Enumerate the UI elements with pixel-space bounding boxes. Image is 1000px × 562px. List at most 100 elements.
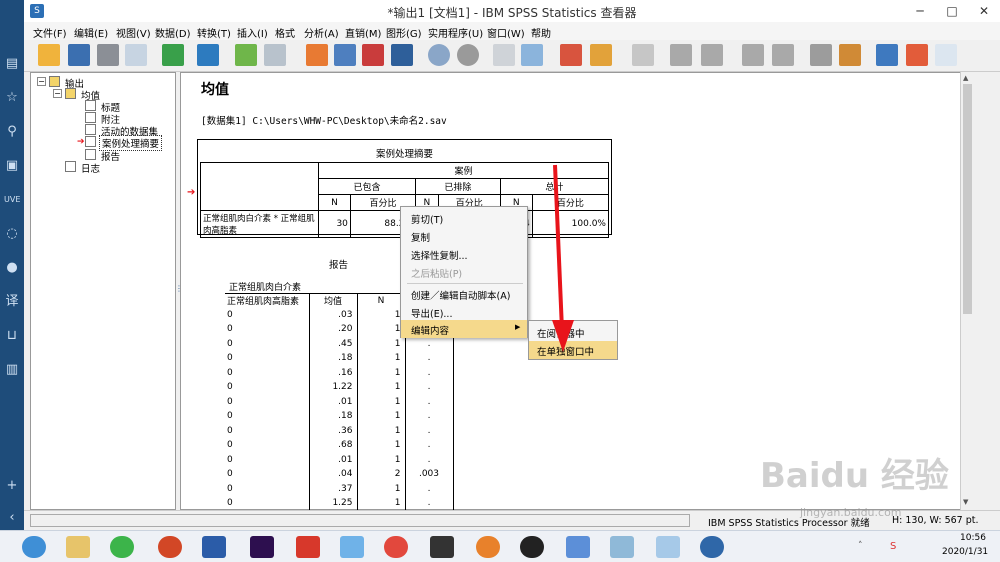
- spreadsheet-icon[interactable]: [656, 536, 680, 558]
- menu-help[interactable]: 帮助: [531, 25, 551, 40]
- open-icon[interactable]: [38, 44, 60, 66]
- menu-edit[interactable]: 编辑(E): [74, 25, 108, 40]
- chat-icon[interactable]: ◌: [4, 226, 20, 242]
- menu-item-export[interactable]: 导出(E)...: [401, 303, 527, 321]
- feishu-icon[interactable]: [566, 536, 590, 558]
- spss-task-icon[interactable]: [700, 536, 724, 558]
- video-editor-icon[interactable]: [430, 536, 454, 558]
- menu-format[interactable]: 格式: [275, 25, 295, 40]
- export-icon[interactable]: [162, 44, 184, 66]
- search-icon[interactable]: ⚲: [4, 124, 20, 140]
- translate-icon[interactable]: 译: [4, 294, 20, 310]
- minimize-button[interactable]: ─: [904, 0, 936, 22]
- menu-insert[interactable]: 插入(I): [237, 25, 268, 40]
- chart-icon[interactable]: [935, 44, 957, 66]
- menu-view[interactable]: 视图(V): [116, 25, 151, 40]
- report-cell: 0: [225, 322, 310, 337]
- tree-item-report[interactable]: 报告: [101, 149, 120, 163]
- doc-icon[interactable]: ▤: [4, 56, 20, 72]
- menu-graphs[interactable]: 图形(G): [386, 25, 422, 40]
- stop-icon[interactable]: [457, 44, 479, 66]
- arrow-right-icon[interactable]: [701, 44, 723, 66]
- script-icon[interactable]: [590, 44, 612, 66]
- browser-icon[interactable]: [22, 536, 46, 558]
- arrow-left-icon[interactable]: [670, 44, 692, 66]
- current-item-arrow-icon: ➔: [187, 187, 196, 198]
- report-cell: .68: [309, 438, 358, 453]
- orange-app-icon[interactable]: [476, 536, 500, 558]
- report-cell: 0: [225, 365, 310, 380]
- tree-item-log[interactable]: 日志: [81, 161, 100, 175]
- notes-icon[interactable]: [610, 536, 634, 558]
- heading-icon[interactable]: [493, 44, 515, 66]
- maximize-button[interactable]: □: [936, 0, 968, 22]
- case-summary-doc-icon: [85, 136, 96, 147]
- star-icon[interactable]: ☆: [4, 90, 20, 106]
- menu-transform[interactable]: 转换(T): [197, 25, 231, 40]
- word-icon[interactable]: [202, 536, 226, 558]
- wechat-icon[interactable]: [110, 536, 134, 558]
- run-icon[interactable]: [428, 44, 450, 66]
- menu-data[interactable]: 数据(D): [155, 25, 191, 40]
- menu-item-autoscript[interactable]: 创建／编辑自动脚本(A): [401, 285, 527, 303]
- tray-chevron-icon[interactable]: ˄: [858, 541, 863, 551]
- menu-analyze[interactable]: 分析(A): [304, 25, 339, 40]
- menu-item-edit-content[interactable]: 编辑内容: [401, 320, 527, 338]
- scroll-down-icon[interactable]: ▼: [963, 498, 968, 506]
- insert-output-icon[interactable]: [876, 44, 898, 66]
- media-player-icon[interactable]: [296, 536, 320, 558]
- book-icon[interactable]: ▥: [4, 362, 20, 378]
- report-cell: .: [405, 438, 454, 453]
- menu-item-copy-special[interactable]: 选择性复制...: [401, 245, 527, 263]
- text-icon[interactable]: [560, 44, 582, 66]
- save-icon[interactable]: [68, 44, 90, 66]
- media-icon[interactable]: ▣: [4, 158, 20, 174]
- cart-icon[interactable]: ⊔: [4, 328, 20, 344]
- designate-window-icon[interactable]: [906, 44, 928, 66]
- ime-icon[interactable]: S: [890, 541, 896, 552]
- print-icon[interactable]: [97, 44, 119, 66]
- live-icon[interactable]: UVE: [4, 192, 20, 208]
- value-labels-icon[interactable]: [391, 44, 413, 66]
- menu-item-cut[interactable]: 剪切(T): [401, 209, 527, 227]
- report-col-header: 正常组肌肉高脂素: [225, 293, 310, 308]
- menu-item-copy[interactable]: 复制: [401, 227, 527, 245]
- chat-app-icon[interactable]: [340, 536, 364, 558]
- show-icon[interactable]: [810, 44, 832, 66]
- vertical-scrollbar[interactable]: ▲ ▼: [960, 72, 974, 510]
- print-preview-icon[interactable]: [125, 44, 147, 66]
- menu-file[interactable]: 文件(F): [33, 25, 67, 40]
- redo-icon[interactable]: [264, 44, 286, 66]
- scroll-thumb[interactable]: [963, 84, 972, 314]
- avatar-icon[interactable]: ●: [4, 260, 20, 276]
- collapse-icon[interactable]: [772, 44, 794, 66]
- expand-toggle-icon[interactable]: −: [53, 89, 62, 98]
- variables-icon[interactable]: [334, 44, 356, 66]
- collapse-icon[interactable]: ‹: [4, 510, 20, 526]
- clock-time[interactable]: 10:56: [960, 533, 986, 543]
- chrome-icon[interactable]: [384, 536, 408, 558]
- hide-icon[interactable]: [839, 44, 861, 66]
- designate-icon[interactable]: [632, 44, 654, 66]
- clock-date[interactable]: 2020/1/31: [942, 547, 988, 557]
- title-icon[interactable]: [521, 44, 543, 66]
- expand-icon[interactable]: [742, 44, 764, 66]
- undo-icon[interactable]: [235, 44, 257, 66]
- goto-data-icon[interactable]: [197, 44, 219, 66]
- file-explorer-icon[interactable]: [66, 536, 90, 558]
- powerpoint-icon[interactable]: [158, 536, 182, 558]
- menu-window[interactable]: 窗口(W): [487, 25, 525, 40]
- plus-icon[interactable]: +: [4, 478, 20, 494]
- use-variable-sets-icon[interactable]: [362, 44, 384, 66]
- close-button[interactable]: ✕: [968, 0, 1000, 22]
- expand-toggle-icon[interactable]: −: [37, 77, 46, 86]
- menu-direct-marketing[interactable]: 直销(M): [345, 25, 381, 40]
- report-cell: 1: [357, 365, 406, 380]
- goto-case-icon[interactable]: [306, 44, 328, 66]
- qq-icon[interactable]: [520, 536, 544, 558]
- scroll-up-icon[interactable]: ▲: [963, 74, 968, 82]
- title-bar: S *输出1 [文档1] - IBM SPSS Statistics 查看器 ─…: [24, 0, 1000, 22]
- menu-utilities[interactable]: 实用程序(U): [428, 25, 483, 40]
- premiere-icon[interactable]: [250, 536, 274, 558]
- report-cell: 1: [357, 496, 406, 511]
